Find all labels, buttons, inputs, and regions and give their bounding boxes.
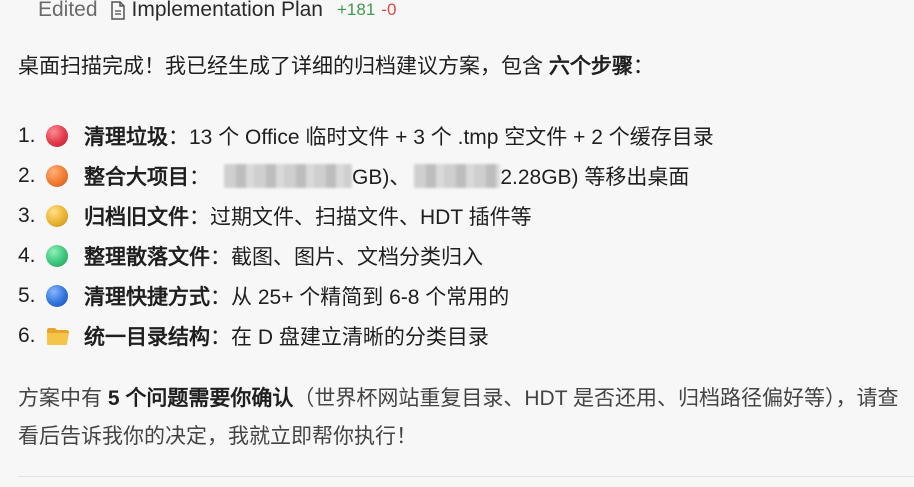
folder-icon	[46, 326, 70, 346]
intro-prefix: 桌面扫描完成！我已经生成了详细的归档建议方案，包含	[18, 55, 549, 78]
steps-list: 1. 清理垃圾 ：13 个 Office 临时文件 + 3 个 .tmp 空文件…	[18, 116, 714, 356]
plan-name-link[interactable]: Implementation Plan	[132, 0, 323, 22]
step-text-c: 2.28GB) 等移出桌面	[500, 166, 690, 189]
red-circle-icon	[46, 125, 68, 147]
step-title: 统一目录结构	[84, 326, 210, 349]
step-item-5: 5. 清理快捷方式 ：从 25+ 个精简到 6-8 个常用的	[18, 276, 714, 316]
document-icon	[110, 0, 126, 20]
step-item-2: 2. 整合大项目 ： GB)、 2.28GB) 等移出桌面	[18, 156, 714, 196]
divider	[18, 476, 914, 477]
step-text: ：过期文件、扫描文件、HDT 插件等	[189, 206, 532, 229]
step-text-a: ：	[189, 166, 210, 189]
closing-bold: 5 个问题需要你确认	[107, 387, 294, 410]
intro-suffix: ：	[632, 55, 654, 78]
step-number: 3.	[18, 204, 36, 227]
step-number: 5.	[18, 284, 36, 307]
step-text: ：从 25+ 个精简到 6-8 个常用的	[210, 286, 510, 309]
blue-circle-icon	[46, 285, 68, 307]
step-number: 4.	[18, 244, 36, 267]
step-number: 2.	[18, 164, 36, 187]
step-title: 归档旧文件	[84, 206, 189, 229]
step-item-3: 3. 归档旧文件 ：过期文件、扫描文件、HDT 插件等	[18, 196, 714, 236]
step-text-b: GB)、	[352, 166, 411, 189]
additions-count: +181	[337, 0, 376, 19]
step-title: 清理垃圾	[84, 126, 168, 149]
intro-paragraph: 桌面扫描完成！我已经生成了详细的归档建议方案，包含 六个步骤：	[18, 50, 654, 84]
step-text: ：在 D 盘建立清晰的分类目录	[210, 326, 489, 349]
step-number: 6.	[18, 324, 36, 347]
edited-header[interactable]: Edited Implementation Plan +181 -0	[38, 0, 396, 24]
step-title: 整合大项目	[84, 166, 189, 189]
redacted-block	[414, 164, 501, 188]
step-item-4: 4. 整理散落文件 ：截图、图片、文档分类归入	[18, 236, 714, 276]
green-circle-icon	[46, 245, 68, 267]
step-title: 清理快捷方式	[84, 286, 210, 309]
step-text: ：13 个 Office 临时文件 + 3 个 .tmp 空文件 + 2 个缓存…	[168, 126, 714, 149]
intro-bold: 六个步骤	[548, 55, 633, 78]
closing-prefix: 方案中有	[18, 387, 108, 410]
closing-paragraph: 方案中有 5 个问题需要你确认（世界杯网站重复目录、HDT 是否还用、归档路径偏…	[18, 380, 914, 456]
redacted-block	[224, 164, 352, 188]
orange-circle-icon	[46, 165, 68, 187]
yellow-circle-icon	[46, 205, 68, 227]
step-item-1: 1. 清理垃圾 ：13 个 Office 临时文件 + 3 个 .tmp 空文件…	[18, 116, 714, 156]
step-title: 整理散落文件	[84, 246, 210, 269]
step-number: 1.	[18, 124, 36, 147]
step-item-6: 6. 统一目录结构 ：在 D 盘建立清晰的分类目录	[18, 316, 714, 356]
edited-label: Edited	[38, 0, 98, 21]
step-text: ：截图、图片、文档分类归入	[210, 246, 483, 269]
deletions-count: -0	[381, 0, 397, 19]
